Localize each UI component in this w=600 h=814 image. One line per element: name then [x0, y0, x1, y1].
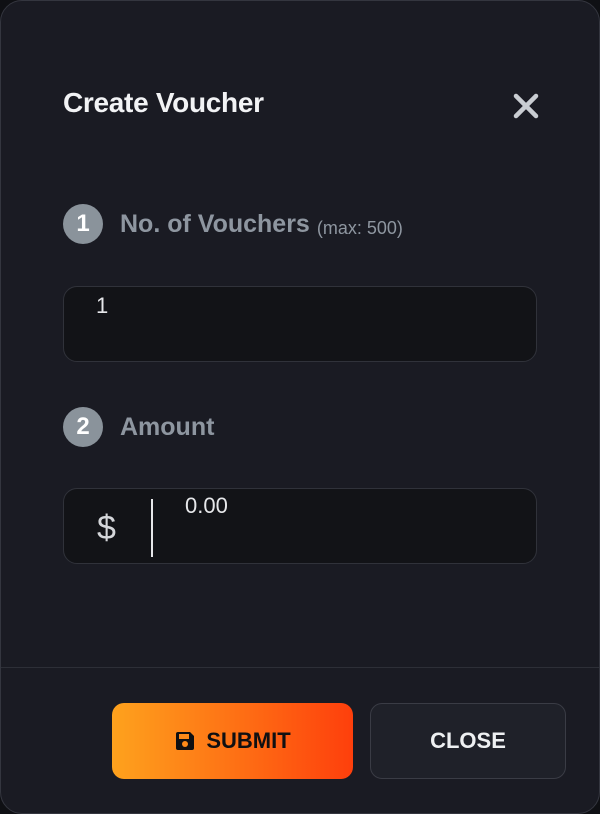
create-voucher-modal: Create Voucher 1 No. of Vouchers (max: 50…: [0, 0, 600, 814]
voucher-count-input[interactable]: [96, 291, 496, 321]
amount-label: Amount: [120, 412, 215, 441]
step-number-badge: 1: [63, 204, 103, 244]
voucher-count-field[interactable]: [63, 286, 537, 362]
close-icon[interactable]: [511, 91, 541, 121]
amount-divider: [151, 499, 153, 557]
step-number-badge: 2: [63, 407, 103, 447]
footer-divider: [1, 667, 599, 668]
step-label: No. of Vouchers (max: 500): [120, 210, 403, 239]
step-voucher-count: 1 No. of Vouchers (max: 500): [63, 204, 403, 244]
step-amount: 2 Amount: [63, 407, 214, 447]
amount-input[interactable]: [185, 491, 505, 521]
amount-field[interactable]: $: [63, 488, 537, 564]
voucher-count-label: No. of Vouchers: [120, 209, 310, 238]
close-button-label: CLOSE: [430, 728, 506, 753]
modal-title: Create Voucher: [63, 87, 264, 118]
submit-button[interactable]: SUBMIT: [112, 703, 353, 779]
save-icon: [176, 732, 195, 750]
voucher-count-hint: (max: 500): [316, 217, 403, 238]
currency-symbol: $: [97, 509, 116, 547]
submit-button-label: SUBMIT: [206, 728, 291, 753]
close-button[interactable]: CLOSE: [370, 703, 566, 779]
